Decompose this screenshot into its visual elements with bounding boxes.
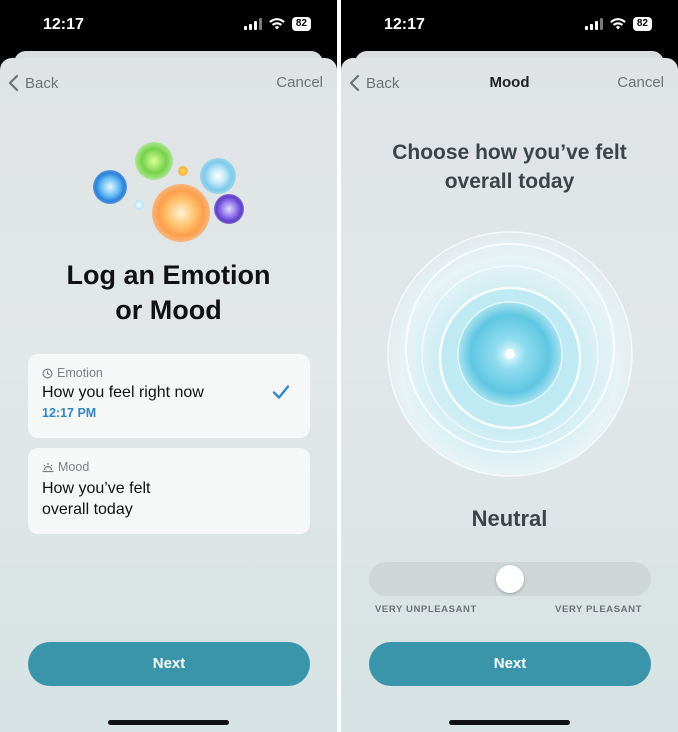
mood-value-label: Neutral — [471, 506, 548, 531]
next-button[interactable]: Next — [28, 642, 310, 686]
back-label: Back — [25, 74, 59, 92]
option-mood-text: How you’ve felt overall today — [42, 478, 151, 520]
nav-bar: Back Cancel — [0, 74, 337, 98]
option-mood[interactable]: Mood How you’ve felt overall today — [28, 448, 310, 534]
option-emotion-label: Emotion — [42, 366, 103, 380]
wifi-icon — [269, 18, 285, 30]
status-bar: 12:17 82 — [341, 0, 678, 50]
signal-icon — [584, 18, 603, 30]
nav-bar: Back Mood Cancel — [341, 74, 678, 98]
mood-label-text: Mood — [58, 460, 90, 474]
battery-indicator: 82 — [632, 17, 652, 31]
home-indicator — [449, 720, 570, 725]
chevron-left-icon — [8, 74, 19, 92]
checkmark-icon — [272, 385, 290, 399]
battery-indicator: 82 — [291, 17, 311, 31]
title-line-2: or Mood — [115, 295, 222, 325]
mood-orb-visual — [387, 231, 633, 477]
clock-icon — [42, 368, 53, 378]
mood-slider[interactable] — [369, 562, 651, 596]
option-mood-text-line-2: overall today — [42, 501, 133, 518]
heading-line-1: Choose how you’ve felt — [392, 141, 627, 164]
heading-line-2: overall today — [444, 170, 575, 193]
home-indicator — [108, 720, 229, 725]
status-time: 12:17 — [43, 16, 84, 33]
option-emotion-text: How you feel right now — [42, 384, 204, 401]
phone-screen-log-type: 12:17 82 Back Cancel Log an Emotion or M… — [0, 0, 337, 732]
status-icons: 82 — [243, 17, 311, 31]
cancel-button[interactable]: Cancel — [276, 74, 323, 91]
sheet: Back Mood Cancel Choose how you’ve felt … — [341, 58, 678, 732]
slider-max-label: VERY PLEASANT — [555, 604, 642, 615]
cancel-button[interactable]: Cancel — [617, 74, 664, 91]
emotion-label-text: Emotion — [57, 366, 103, 380]
option-emotion[interactable]: Emotion How you feel right now 12:17 PM — [28, 354, 310, 438]
title-line-1: Log an Emotion — [66, 260, 271, 290]
page-title: Choose how you’ve felt overall today — [341, 138, 678, 196]
option-mood-label: Mood — [42, 460, 89, 474]
status-time: 12:17 — [384, 16, 425, 33]
option-emotion-time: 12:17 PM — [42, 406, 97, 420]
wifi-icon — [610, 18, 626, 30]
signal-icon — [243, 18, 262, 30]
mood-flowers-illustration — [90, 138, 250, 248]
option-mood-text-line-1: How you’ve felt — [42, 480, 151, 497]
next-button[interactable]: Next — [369, 642, 651, 686]
sheet: Back Cancel Log an Emotion or Mood Emoti… — [0, 58, 337, 732]
slider-thumb[interactable] — [496, 565, 524, 593]
slider-min-label: VERY UNPLEASANT — [375, 604, 477, 615]
page-title: Log an Emotion or Mood — [0, 258, 337, 328]
back-button[interactable]: Back — [8, 74, 58, 92]
sunrise-icon — [42, 462, 54, 472]
phone-screen-mood: 12:17 82 Back Mood Cancel Choose how you… — [341, 0, 678, 732]
status-bar: 12:17 82 — [0, 0, 337, 50]
status-icons: 82 — [584, 17, 652, 31]
